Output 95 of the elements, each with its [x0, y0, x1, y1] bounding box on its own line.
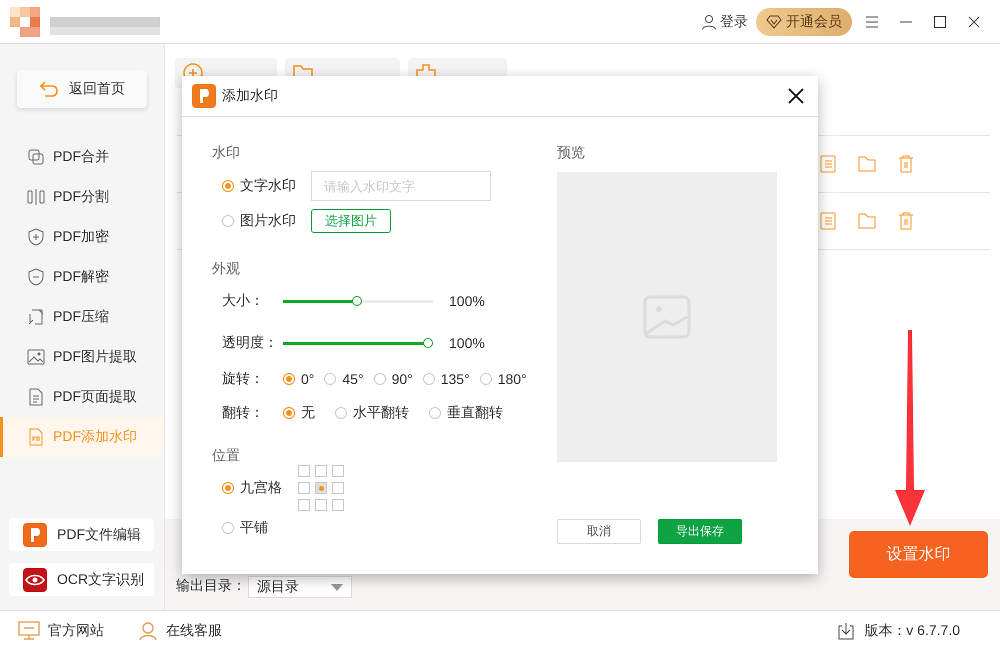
radio-label: 平铺	[240, 519, 268, 537]
support-link[interactable]: 在线客服	[138, 620, 222, 640]
slider[interactable]	[283, 296, 433, 306]
home-button[interactable]: 返回首页	[17, 70, 147, 108]
monitor-icon	[18, 620, 40, 640]
document-icon[interactable]	[820, 212, 836, 230]
option-label: 旋转：	[222, 370, 265, 388]
sidebar-item[interactable]: PDF页面提取	[0, 377, 164, 417]
sidebar-item[interactable]: PDF合并	[0, 137, 164, 177]
grid-cell[interactable]	[298, 482, 310, 494]
radio-button[interactable]	[374, 373, 386, 385]
vip-button[interactable]: 开通会员	[756, 8, 852, 36]
radio-button[interactable]	[429, 407, 441, 419]
radio-label: 水平翻转	[353, 404, 409, 422]
menu-icon[interactable]	[865, 16, 879, 28]
grid-cell[interactable]	[332, 465, 344, 477]
app-logo-icon	[192, 84, 216, 108]
user-icon	[138, 620, 158, 640]
slider-value: 100%	[449, 335, 485, 351]
eye-logo-icon	[23, 568, 47, 592]
image-icon	[27, 348, 45, 366]
radio-label: 垂直翻转	[447, 404, 503, 422]
sidebar-item[interactable]: PDF解密	[0, 257, 164, 297]
radio-label: 135°	[440, 371, 470, 387]
output-label: 输出目录：	[176, 577, 246, 595]
slider-thumb[interactable]	[423, 338, 433, 348]
trash-icon[interactable]	[898, 212, 914, 230]
promo-card[interactable]: PDF文件编辑	[9, 518, 154, 551]
radio-button[interactable]	[222, 180, 234, 192]
diamond-icon	[766, 14, 782, 28]
section-heading: 位置	[212, 447, 241, 465]
grid-cell[interactable]	[315, 465, 327, 477]
radio-button[interactable]	[283, 373, 295, 385]
grid-cell[interactable]	[315, 482, 327, 494]
radio-label: 九宫格	[240, 479, 282, 497]
slider-label: 透明度：	[222, 334, 279, 352]
section-heading: 预览	[557, 144, 586, 162]
radio-button[interactable]	[335, 407, 347, 419]
radio-label: 0°	[301, 371, 314, 387]
radio-button[interactable]	[222, 482, 234, 494]
page-icon	[27, 388, 45, 406]
slider-value: 100%	[449, 293, 485, 309]
compress-icon	[27, 308, 45, 326]
radio-button[interactable]	[422, 373, 435, 385]
grid-cell[interactable]	[315, 499, 327, 511]
download-icon[interactable]	[838, 622, 854, 640]
caret-icon	[331, 584, 343, 590]
user-icon	[701, 14, 717, 30]
radio-label: 45°	[342, 371, 364, 387]
grid-cell[interactable]	[332, 482, 344, 494]
grid-cell[interactable]	[298, 465, 310, 477]
radio-label: 文字水印	[240, 177, 296, 195]
return-arrow-icon	[39, 80, 59, 98]
section-heading: 水印	[212, 144, 241, 162]
folder-icon[interactable]	[858, 213, 876, 229]
website-link[interactable]: 官方网站	[18, 620, 104, 640]
radio-button[interactable]	[222, 522, 234, 534]
trash-icon[interactable]	[898, 155, 914, 173]
sidebar-item[interactable]: PDF加密	[0, 217, 164, 257]
close-icon[interactable]	[788, 88, 804, 104]
radio-label: 180°	[498, 371, 527, 387]
minimize-icon[interactable]	[899, 20, 913, 22]
grid-cell[interactable]	[332, 499, 344, 511]
cancel-button[interactable]: 取消	[557, 519, 641, 544]
login-link[interactable]: 登录	[701, 12, 748, 30]
folder-icon[interactable]	[858, 156, 876, 172]
section-heading: 外观	[212, 260, 241, 278]
radio-label: 无	[301, 404, 315, 422]
dialog-title: 添加水印	[222, 87, 278, 105]
radio-label: 图片水印	[240, 212, 296, 230]
merge-icon	[27, 148, 45, 166]
grid-cell[interactable]	[298, 499, 310, 511]
radio-button[interactable]	[283, 407, 295, 419]
directory-dropdown[interactable]: 源目录	[248, 576, 352, 598]
radio-button[interactable]	[480, 373, 492, 385]
version-text: 版本：v 6.7.7.0	[864, 622, 960, 640]
maximize-icon[interactable]	[934, 16, 946, 28]
radio-label: 90°	[392, 371, 413, 387]
close-icon[interactable]	[968, 16, 980, 28]
slider-thumb[interactable]	[352, 296, 362, 306]
option-label: 翻转：	[222, 404, 265, 422]
split-icon	[27, 188, 45, 206]
sidebar-item[interactable]: PDF图片提取	[0, 337, 164, 377]
watermark-icon	[27, 428, 45, 446]
lock-icon	[27, 228, 45, 246]
unlock-icon	[27, 268, 45, 286]
promo-card[interactable]: OCR文字识别	[9, 563, 154, 596]
radio-button[interactable]	[324, 373, 336, 385]
slider[interactable]	[283, 338, 433, 348]
document-icon[interactable]	[820, 155, 836, 173]
sidebar-item[interactable]: PDF分割	[0, 177, 164, 217]
slider-label: 大小：	[222, 292, 265, 310]
editor-logo-icon	[23, 522, 47, 546]
sidebar-item[interactable]: PDF压缩	[0, 297, 164, 337]
radio-button[interactable]	[222, 215, 234, 227]
